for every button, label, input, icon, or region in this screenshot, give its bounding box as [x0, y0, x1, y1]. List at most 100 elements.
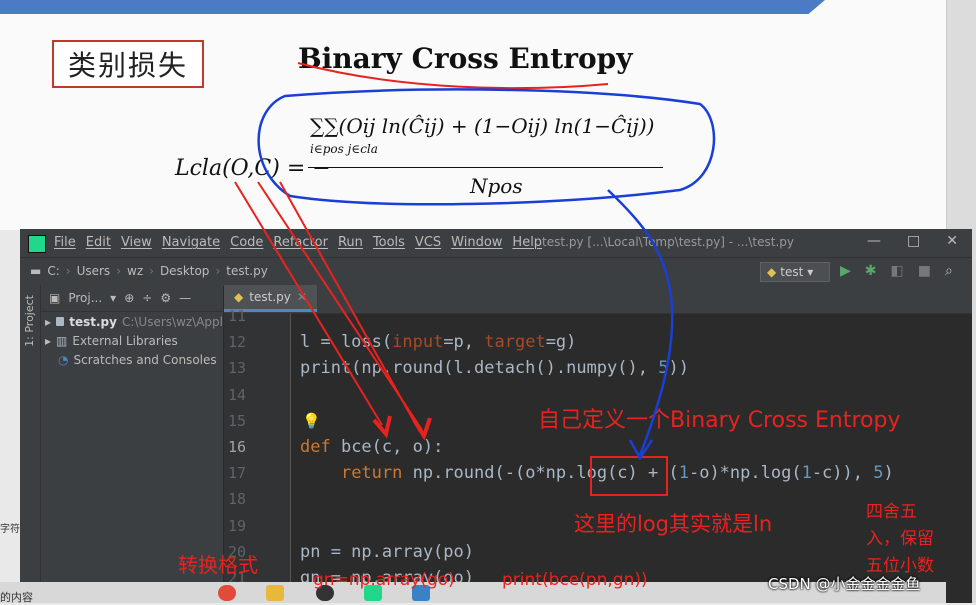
code-editor[interactable]: ◆ test.py ✕ 11 12 l = loss(input=p, targe… [224, 285, 972, 603]
csdn-watermark: CSDN @小金金金金鱼 [768, 575, 921, 593]
tree-item-external-libraries[interactable]: ▸ ▥ External Libraries [41, 331, 223, 350]
tree-item-label: test.py [69, 314, 117, 329]
menu-file[interactable]: File [54, 235, 76, 250]
menu-view[interactable]: View [121, 235, 152, 250]
code-text: def bce(c, o): [300, 436, 444, 457]
run-toolbar: ▶ ✱ ◧ ■ ⌕ [840, 263, 953, 279]
scratches-icon: ◔ [58, 352, 69, 367]
log-highlight-box [590, 456, 668, 496]
category-loss-label: 类别损失 [52, 40, 204, 88]
slide-title: Binary Cross Entropy [298, 42, 633, 75]
library-icon: ▥ [56, 333, 68, 348]
lightbulb-icon[interactable]: 💡 [302, 408, 321, 434]
menu-navigate[interactable]: Navigate [162, 235, 220, 250]
code-line: 11 [224, 303, 972, 329]
chevron-down-icon: ▾ [807, 265, 814, 279]
run-icon[interactable]: ▶ [840, 263, 851, 279]
close-tab-icon[interactable]: ✕ [297, 290, 307, 304]
python-file-icon: ◆ [234, 290, 244, 304]
tree-item-path: C:\Users\wz\Appl [121, 314, 223, 329]
project-tool-tab[interactable]: 1: Project [23, 295, 36, 347]
gear-icon[interactable]: ⚙ [160, 291, 171, 305]
window-title: test.py [...\Local\Temp\test.py] - ...\t… [542, 235, 795, 249]
folder-icon: ▬ [30, 264, 42, 278]
breadcrumb-wz[interactable]: wz [127, 264, 143, 278]
menu-vcs[interactable]: VCS [415, 235, 441, 250]
annotation-convert: 转换格式 [178, 553, 258, 577]
chevron-down-icon: ▾ [110, 291, 117, 305]
expand-icon: ▸ [45, 333, 52, 348]
tree-item-label: External Libraries [72, 333, 178, 348]
debug-icon[interactable]: ✱ [865, 263, 877, 279]
coverage-icon[interactable]: ◧ [891, 263, 904, 279]
project-panel-header: ▣ Proj... ▾ ⊕ ÷ ⚙ — [41, 285, 223, 312]
search-icon[interactable]: ⌕ [945, 263, 953, 279]
folder-icon [56, 317, 65, 326]
pycharm-logo-icon [28, 235, 46, 253]
menu-window[interactable]: Window [451, 235, 502, 250]
breadcrumb-desktop[interactable]: Desktop [160, 264, 210, 278]
annotation-log-is-ln: 这里的log其实就是ln [574, 512, 773, 536]
slide-header-band [0, 0, 825, 14]
annotation-print-bce: print(bce(pn,gn)) [502, 570, 648, 590]
annotation-round-2: 入，保留 [866, 529, 934, 549]
line-number: 18 [228, 490, 247, 509]
project-view-icon: ▣ [49, 291, 61, 305]
python-icon: ◆ [767, 265, 777, 279]
side-text: 字符 [0, 524, 20, 535]
fraction-bar [308, 167, 663, 168]
tree-item-test-py[interactable]: ▸ test.py C:\Users\wz\Appl [41, 312, 223, 331]
stop-icon[interactable]: ■ [918, 263, 931, 279]
menu-list: File Edit View Navigate Code Refactor Ru… [54, 235, 542, 250]
code-text: pn = np.array(po) [300, 541, 474, 562]
menu-refactor[interactable]: Refactor [273, 235, 328, 250]
tree-item-scratches[interactable]: ◔ Scratches and Consoles [41, 350, 223, 369]
menu-run[interactable]: Run [338, 235, 363, 250]
line-number: 15 [228, 411, 247, 430]
run-config-label: test [780, 265, 804, 279]
line-number: 14 [228, 385, 247, 404]
navigation-bar: ▬ C: › Users › wz › Desktop › test.py ◆ … [20, 257, 972, 286]
minimize-button[interactable]: — [867, 233, 881, 249]
code-text: print(np.round(l.detach().numpy(), 5)) [300, 358, 689, 379]
breadcrumb-file[interactable]: test.py [226, 264, 268, 278]
close-button[interactable]: ✕ [946, 233, 958, 249]
file-explorer-icon[interactable] [266, 585, 284, 601]
code-text: l = loss(input=p, target=g) [300, 332, 577, 353]
code-line: 13 print(np.round(l.detach().numpy(), 5)) [224, 355, 972, 381]
line-number: 16 [228, 437, 247, 456]
chrome-icon[interactable] [218, 585, 236, 601]
tool-window-stripe: 1: Project [20, 285, 41, 603]
code-line: 20 pn = np.array(po) [224, 539, 972, 565]
maximize-button[interactable]: □ [907, 233, 920, 249]
breadcrumb: ▬ C: › Users › wz › Desktop › test.py [30, 264, 268, 278]
line-number: 12 [228, 333, 247, 352]
formula-denominator: Npos [470, 174, 523, 198]
tab-label: test.py [249, 290, 291, 304]
menu-help[interactable]: Help [512, 235, 542, 250]
breadcrumb-users[interactable]: Users [77, 264, 111, 278]
collapse-icon[interactable]: ÷ [142, 291, 152, 305]
menu-code[interactable]: Code [230, 235, 263, 250]
chevron-right-icon: › [116, 264, 121, 278]
code-line: 12 l = loss(input=p, target=g) [224, 329, 972, 355]
slide-area: 类别损失 Binary Cross Entropy Lcla(O,C) = − … [0, 0, 946, 230]
project-view-select[interactable]: Proj... [68, 291, 102, 305]
line-number: 13 [228, 359, 247, 378]
breadcrumb-drive[interactable]: C: [47, 264, 59, 278]
tree-item-label: Scratches and Consoles [73, 352, 217, 367]
menu-edit[interactable]: Edit [86, 235, 111, 250]
window-controls: — □ ✕ [867, 233, 958, 249]
run-config-select[interactable]: ◆ test ▾ [760, 262, 830, 282]
formula-lhs: Lcla(O,C) = − [175, 156, 331, 181]
annotation-gn: gn=np.array(go) [313, 570, 455, 590]
hide-icon[interactable]: — [179, 291, 191, 305]
formula-numerator: ∑∑(Oij ln(Ĉij) + (1−Oij) ln(1−Ĉij)) [310, 114, 655, 138]
code-area[interactable]: 11 12 l = loss(input=p, target=g) 13 print… [224, 303, 972, 591]
menu-tools[interactable]: Tools [373, 235, 405, 250]
line-number: 11 [228, 307, 247, 325]
annotation-round-1: 四舍五 [866, 502, 917, 522]
target-icon[interactable]: ⊕ [124, 291, 134, 305]
chevron-right-icon: › [215, 264, 221, 278]
line-number: 17 [228, 464, 247, 483]
